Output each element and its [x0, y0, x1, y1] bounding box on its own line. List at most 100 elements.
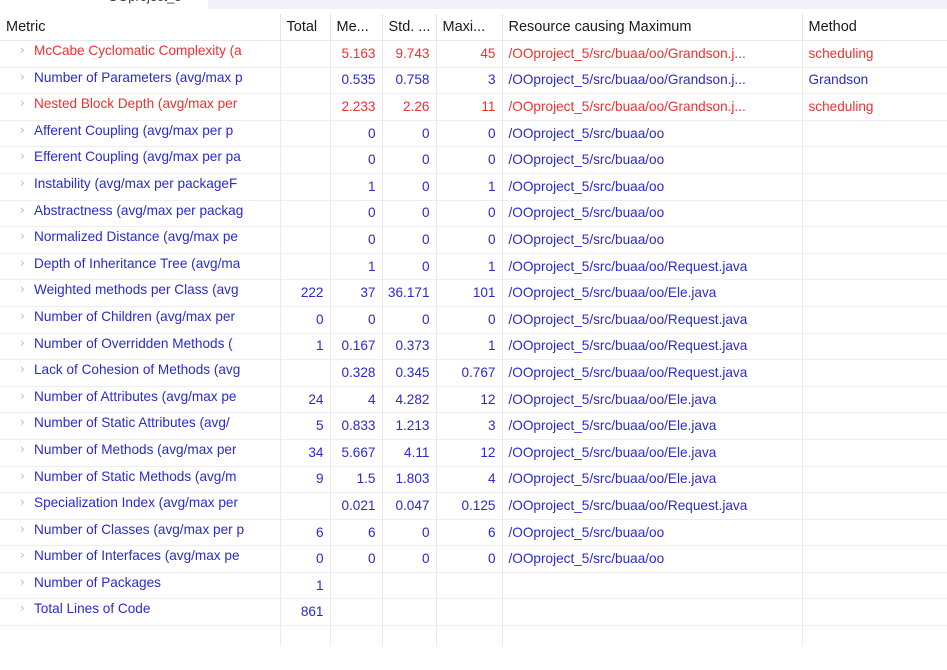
resource-path-cell: /OOproject_5/src/buaa/oo — [502, 173, 803, 201]
table-row[interactable]: › Specialization Index (avg/max per 0.021 0… — [0, 492, 947, 520]
table-row[interactable]: › Number of Static Methods (avg/m 9 1.5 1.80… — [0, 466, 947, 494]
mean-cell: 37 — [330, 279, 383, 307]
metric-name-label: Number of Methods (avg/max per — [34, 441, 237, 457]
metric-name-cell[interactable]: › Number of Methods (avg/max per — [0, 439, 281, 467]
chevron-right-icon[interactable]: › — [20, 174, 25, 194]
metric-name-cell[interactable]: › Number of Packages — [0, 572, 281, 600]
chevron-right-icon[interactable]: › — [20, 227, 25, 247]
chevron-right-icon[interactable]: › — [20, 121, 25, 141]
chevron-right-icon[interactable]: › — [20, 201, 25, 221]
column-header-maximum[interactable]: Maxi... — [436, 14, 503, 41]
chevron-right-icon[interactable]: › — [20, 546, 25, 566]
std-dev-cell: 1.803 — [382, 466, 437, 494]
chevron-right-icon[interactable]: › — [20, 334, 25, 354]
chevron-right-icon[interactable]: › — [20, 387, 25, 407]
chevron-right-icon[interactable]: › — [20, 307, 25, 327]
metric-name-cell[interactable]: › Specialization Index (avg/max per — [0, 492, 281, 520]
metric-name-cell[interactable]: › Nested Block Depth (avg/max per — [0, 93, 281, 121]
metric-name-cell[interactable]: › Number of Interfaces (avg/max pe — [0, 545, 281, 573]
total-cell — [280, 359, 331, 387]
chevron-right-icon[interactable]: › — [20, 68, 25, 88]
table-row[interactable]: › Instability (avg/max per packageF 1 0 1/OO… — [0, 173, 947, 201]
metric-name-label: Afferent Coupling (avg/max per p — [34, 122, 234, 138]
chevron-right-icon[interactable]: › — [20, 280, 25, 300]
total-cell: 0 — [280, 545, 331, 573]
table-row[interactable]: › Number of Attributes (avg/max pe 24 4 4.28… — [0, 386, 947, 414]
table-row[interactable]: › Number of Parameters (avg/max p 0.535 0.7… — [0, 67, 947, 95]
column-header-std[interactable]: Std. ... — [382, 14, 437, 41]
mean-cell: 0.833 — [330, 412, 383, 440]
metric-name-cell[interactable]: › Afferent Coupling (avg/max per p — [0, 120, 281, 148]
metric-name-cell[interactable]: › McCabe Cyclomatic Complexity (a — [0, 40, 281, 68]
table-row[interactable]: › McCabe Cyclomatic Complexity (a 5.163 9.7… — [0, 40, 947, 68]
metric-name-cell[interactable]: › Number of Classes (avg/max per p — [0, 519, 281, 547]
chevron-right-icon[interactable]: › — [20, 254, 25, 274]
table-row[interactable]: › Number of Methods (avg/max per 34 5.667 4.… — [0, 439, 947, 467]
table-row[interactable]: › Nested Block Depth (avg/max per 2.233 2.2… — [0, 93, 947, 121]
column-header-metric[interactable]: Metric — [0, 14, 281, 41]
metric-name-cell[interactable]: › Efferent Coupling (avg/max per pa — [0, 146, 281, 174]
metric-name-cell[interactable]: › Number of Overridden Methods ( — [0, 333, 281, 361]
total-cell — [280, 173, 331, 201]
table-row[interactable]: › Weighted methods per Class (avg 222 37 36.… — [0, 279, 947, 307]
total-cell: 861 — [280, 598, 331, 627]
metric-name-cell[interactable]: › Number of Attributes (avg/max pe — [0, 386, 281, 414]
chevron-right-icon[interactable]: › — [20, 493, 25, 513]
metric-name-cell[interactable]: › Weighted methods per Class (avg — [0, 279, 281, 307]
chevron-right-icon[interactable]: › — [20, 599, 25, 619]
metric-name-cell[interactable]: › Instability (avg/max per packageF — [0, 173, 281, 201]
chevron-right-icon[interactable]: › — [20, 41, 25, 61]
resource-path-cell: /OOproject_5/src/buaa/oo/Request.java — [502, 359, 803, 387]
metric-name-cell[interactable]: › Number of Parameters (avg/max p — [0, 67, 281, 95]
metric-name-cell[interactable]: › Lack of Cohesion of Methods (avg — [0, 359, 281, 387]
table-row[interactable]: › Number of Packages 1 — [0, 572, 947, 600]
table-row[interactable]: › Depth of Inheritance Tree (avg/ma 1 0 1/OO… — [0, 253, 947, 281]
std-dev-cell: 0 — [382, 120, 437, 148]
column-header-method[interactable]: Method — [802, 14, 947, 41]
table-row[interactable]: › Total Lines of Code 861 — [0, 598, 947, 627]
metric-name-cell[interactable]: › Number of Children (avg/max per — [0, 306, 281, 334]
table-row[interactable]: › Number of Classes (avg/max per p 6 6 0 6/OO… — [0, 519, 947, 547]
mean-cell: 2.233 — [330, 93, 383, 121]
maximum-cell: 0 — [436, 306, 503, 334]
total-cell — [280, 120, 331, 148]
table-row[interactable]: › Number of Children (avg/max per 0 0 0 0/OOp… — [0, 306, 947, 334]
metric-name-label: Instability (avg/max per packageF — [34, 175, 238, 191]
title-bar-spacer — [0, 9, 947, 14]
table-row[interactable]: › Abstractness (avg/max per packag 0 0 0/OOp… — [0, 200, 947, 228]
chevron-right-icon[interactable]: › — [20, 360, 25, 380]
metric-name-cell[interactable]: › Total Lines of Code — [0, 598, 281, 627]
table-row[interactable]: › Number of Static Attributes (avg/5 0.833… — [0, 412, 947, 440]
maximum-cell: 12 — [436, 386, 503, 414]
metric-name-cell[interactable]: › Number of Static Attributes (avg/ — [0, 412, 281, 440]
metric-name-label: Specialization Index (avg/max per — [34, 495, 239, 511]
metric-name-label: Abstractness (avg/max per packag — [34, 202, 244, 218]
std-dev-cell: 1.213 — [382, 412, 437, 440]
metric-name-cell[interactable]: › Abstractness (avg/max per packag — [0, 200, 281, 228]
metric-name-cell[interactable]: › Normalized Distance (avg/max pe — [0, 226, 281, 254]
resource-path-cell: /OOproject_5/src/buaa/oo/Request.java — [502, 333, 803, 361]
table-row[interactable]: › Normalized Distance (avg/max pe 0 0 0/OOpr… — [0, 226, 947, 254]
column-header-resource[interactable]: Resource causing Maximum — [502, 14, 803, 41]
chevron-right-icon[interactable]: › — [20, 413, 25, 433]
table-row[interactable]: › Number of Overridden Methods (1 0.167 0.3… — [0, 333, 947, 361]
chevron-right-icon[interactable]: › — [20, 94, 25, 114]
method-cell — [802, 439, 947, 467]
table-row[interactable]: › Efferent Coupling (avg/max per pa 0 0 0/OO… — [0, 146, 947, 174]
method-cell — [802, 545, 947, 573]
maximum-cell: 0 — [436, 120, 503, 148]
column-header-total[interactable]: Total — [280, 14, 331, 41]
table-row[interactable]: › Afferent Coupling (avg/max per p 0 0 0/OOp… — [0, 120, 947, 148]
total-cell — [280, 200, 331, 228]
chevron-right-icon[interactable]: › — [20, 147, 25, 167]
table-row[interactable]: › Lack of Cohesion of Methods (avg 0.328 0.… — [0, 359, 947, 387]
chevron-right-icon[interactable]: › — [20, 440, 25, 460]
column-header-mean[interactable]: Me... — [330, 14, 383, 41]
metric-name-cell[interactable]: › Depth of Inheritance Tree (avg/ma — [0, 253, 281, 281]
chevron-right-icon[interactable]: › — [20, 520, 25, 540]
table-row[interactable]: › Number of Interfaces (avg/max pe 0 0 0 0/OO… — [0, 545, 947, 573]
chevron-right-icon[interactable]: › — [20, 467, 25, 487]
metric-name-cell[interactable]: › Number of Static Methods (avg/m — [0, 466, 281, 494]
resource-path-cell — [502, 598, 803, 627]
table-filler-cell — [382, 625, 437, 647]
